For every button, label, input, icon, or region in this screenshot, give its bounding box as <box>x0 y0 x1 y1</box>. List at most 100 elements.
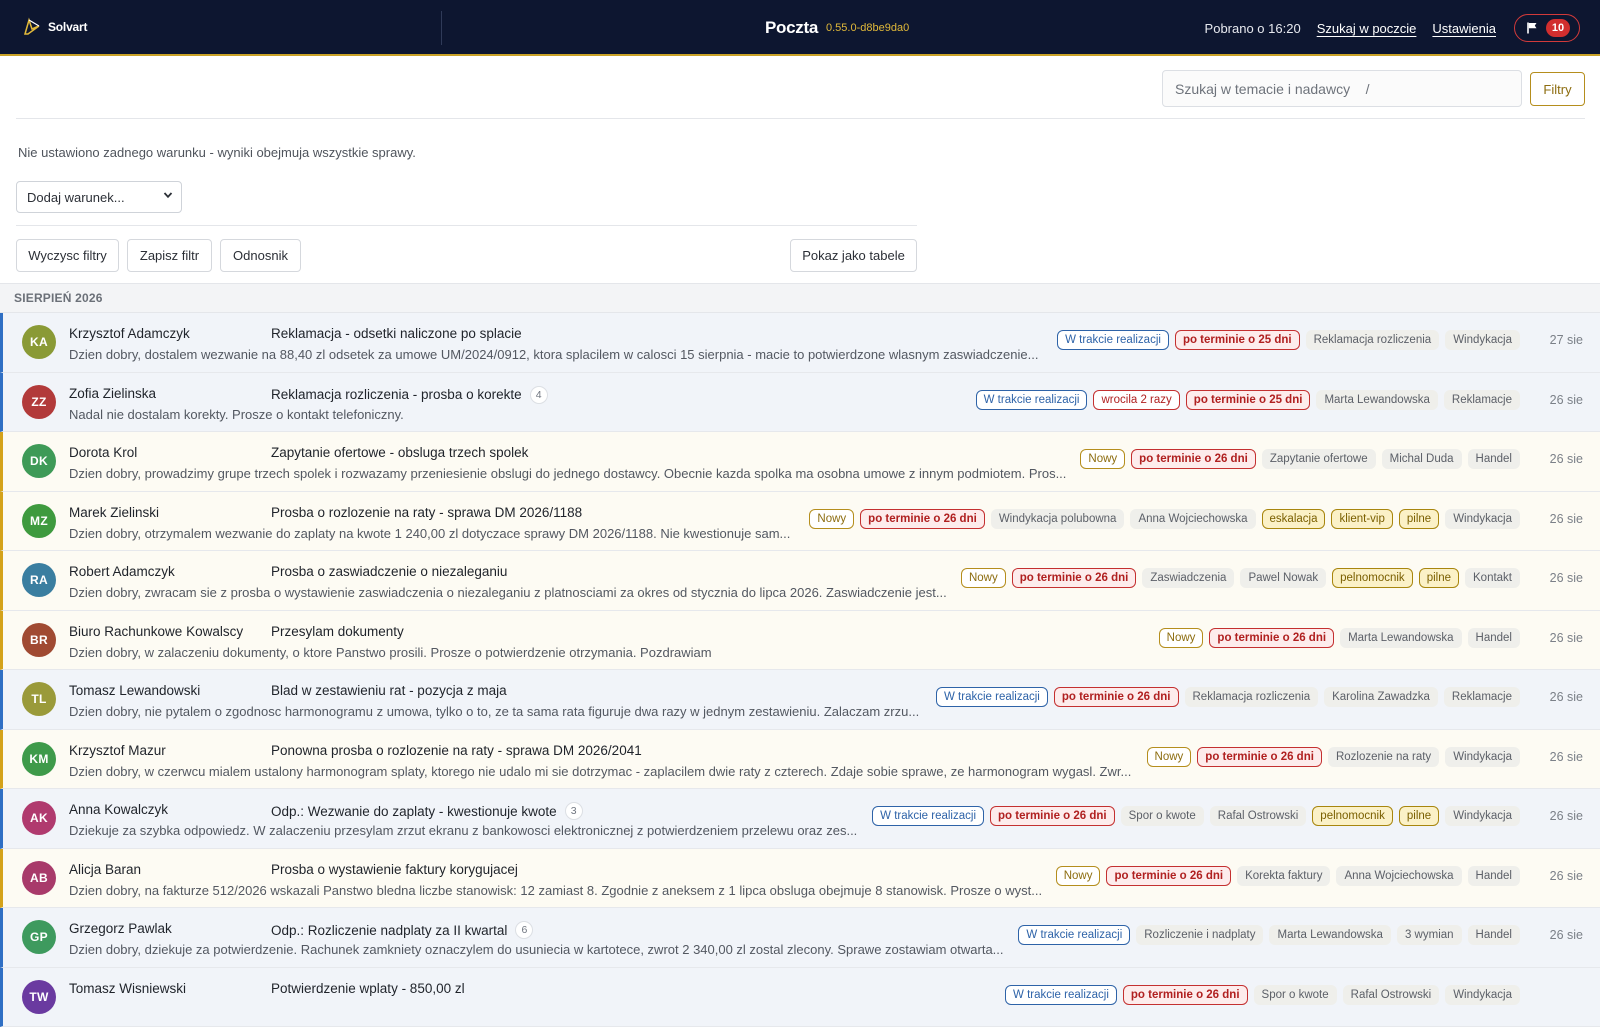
subject: Ponowna prosba o rozlozenie na raty - sp… <box>271 743 642 758</box>
message-preview: Dzien dobry, na fakturze 512/2026 wskaza… <box>69 883 1042 898</box>
subject: Przesylam dokumenty <box>271 624 404 639</box>
received-date: 26 sie <box>1550 690 1583 704</box>
mail-row[interactable]: KMKrzysztof MazurPonowna prosba o rozloz… <box>0 730 1600 790</box>
tag-status: W trakcie realizacji <box>872 806 984 826</box>
tag-plain: Rozliczenie i nadplaty <box>1136 925 1263 945</box>
tag-plain: Windykacja <box>1445 330 1520 350</box>
add-condition-select[interactable]: Dodaj warunek... <box>16 181 182 213</box>
tag-plain: Reklamacje <box>1444 687 1520 707</box>
tag-list: W trakcie realizacjiRozliczenie i nadpla… <box>1018 925 1520 945</box>
tag-list: Nowypo terminie o 26 dniZaswiadczeniaPaw… <box>961 568 1520 588</box>
message-preview: Dzien dobry, dostalem wezwanie na 88,40 … <box>69 347 1038 362</box>
tag-plain: Windykacja <box>1445 806 1520 826</box>
tag-list: Nowypo terminie o 26 dniRozlozenie na ra… <box>1147 747 1520 767</box>
subject-text: Prosba o rozlozenie na raty - sprawa DM … <box>271 505 582 520</box>
settings-link[interactable]: Ustawienia <box>1432 21 1496 36</box>
avatar: GP <box>22 920 56 954</box>
tag-overdue: po terminie o 25 dni <box>1175 330 1300 350</box>
subject-text: Reklamacja - odsetki naliczone po splaci… <box>271 326 522 341</box>
mail-row[interactable]: MZMarek ZielinskiProsba o rozlozenie na … <box>0 492 1600 552</box>
logo-text: Solvart <box>48 20 87 34</box>
tag-alert: pelnomocnik <box>1312 806 1393 826</box>
tag-new: Nowy <box>809 509 854 529</box>
thread-count-badge: 3 <box>565 802 583 820</box>
logo-star-icon <box>22 17 42 37</box>
avatar: KM <box>22 742 56 776</box>
tag-overdue: po terminie o 25 dni <box>1186 390 1311 410</box>
flag-icon <box>1527 22 1538 34</box>
tag-plain: Rafal Ostrowski <box>1210 806 1307 826</box>
thread-count-badge: 4 <box>530 386 548 404</box>
mail-row[interactable]: TWTomasz WisniewskiPotwierdzenie wplaty … <box>0 968 1600 1027</box>
avatar: DK <box>22 444 56 478</box>
avatar: TL <box>22 682 56 716</box>
mail-row[interactable]: ABAlicja BaranProsba o wystawienie faktu… <box>0 849 1600 909</box>
tag-plain: Reklamacja rozliczenia <box>1306 330 1440 350</box>
tag-overdue: po terminie o 26 dni <box>1012 568 1137 588</box>
tag-plain: Karolina Zawadzka <box>1324 687 1438 707</box>
mail-row[interactable]: ZZZofia ZielinskaReklamacja rozliczenia … <box>0 373 1600 433</box>
tag-alert: klient-vip <box>1331 509 1392 529</box>
tag-overdue: po terminie o 26 dni <box>990 806 1115 826</box>
search-mail-link[interactable]: Szukaj w poczcie <box>1317 21 1417 36</box>
avatar: BR <box>22 623 56 657</box>
tag-plain: Korekta faktury <box>1237 866 1330 886</box>
page-title: Poczta <box>765 18 818 38</box>
clear-filters-button[interactable]: Wyczysc filtry <box>16 239 119 272</box>
link-button[interactable]: Odnosnik <box>220 239 301 272</box>
tag-new: Nowy <box>1080 449 1125 469</box>
tag-overdue: po terminie o 26 dni <box>1131 449 1256 469</box>
tag-plain: Anna Wojciechowska <box>1336 866 1461 886</box>
subject: Odp.: Wezwanie do zaplaty - kwestionuje … <box>271 802 583 820</box>
tag-overdue: po terminie o 26 dni <box>1123 985 1248 1005</box>
app-version: 0.55.0-d8be9da0 <box>826 22 909 34</box>
received-date: 27 sie <box>1550 333 1583 347</box>
tag-alert: pelnomocnik <box>1332 568 1413 588</box>
mail-row[interactable]: AKAnna KowalczykOdp.: Wezwanie do zaplat… <box>0 789 1600 849</box>
tag-new: Nowy <box>961 568 1006 588</box>
flagged-button[interactable]: 10 <box>1514 14 1580 42</box>
header-actions: Pobrano o 16:20 Szukaj w poczcie Ustawie… <box>1205 0 1580 56</box>
tag-plain: Handel <box>1468 866 1520 886</box>
search-input[interactable] <box>1162 70 1522 107</box>
sender-name: Krzysztof Adamczyk <box>69 326 190 341</box>
filters-button[interactable]: Filtry <box>1530 72 1585 106</box>
avatar: AK <box>22 801 56 835</box>
no-conditions-text: Nie ustawiono zadnego warunku - wyniki o… <box>18 145 416 160</box>
mail-list: KAKrzysztof AdamczykReklamacja - odsetki… <box>0 313 1600 1027</box>
tag-plain: Windykacja <box>1445 509 1520 529</box>
tag-list: Nowypo terminie o 26 dniKorekta fakturyA… <box>1056 866 1520 886</box>
save-filter-button[interactable]: Zapisz filtr <box>127 239 212 272</box>
mail-row[interactable]: TLTomasz LewandowskiBlad w zestawieniu r… <box>0 670 1600 730</box>
thread-count-badge: 6 <box>515 921 533 939</box>
tag-new: Nowy <box>1056 866 1101 886</box>
tag-status: W trakcie realizacji <box>1005 985 1117 1005</box>
tag-plain: Windykacja <box>1445 747 1520 767</box>
show-as-table-button[interactable]: Pokaz jako tabele <box>790 239 917 272</box>
top-bar: Solvart Poczta 0.55.0-d8be9da0 Pobrano o… <box>0 0 1600 56</box>
sender-name: Tomasz Lewandowski <box>69 683 200 698</box>
tag-overdue: po terminie o 26 dni <box>1054 687 1179 707</box>
tag-plain: Handel <box>1468 925 1520 945</box>
subject: Reklamacja - odsetki naliczone po splaci… <box>271 326 522 341</box>
subject: Potwierdzenie wplaty - 850,00 zl <box>271 981 465 996</box>
app-logo[interactable]: Solvart <box>22 17 87 37</box>
mail-row[interactable]: BRBiuro Rachunkowe KowalscyPrzesylam dok… <box>0 611 1600 671</box>
mail-row[interactable]: DKDorota KrolZapytanie ofertowe - obslug… <box>0 432 1600 492</box>
tag-overdue: po terminie o 26 dni <box>860 509 985 529</box>
tag-plain: Zapytanie ofertowe <box>1262 449 1376 469</box>
received-date: 26 sie <box>1550 631 1583 645</box>
tag-plain: Rafal Ostrowski <box>1343 985 1440 1005</box>
tag-status: W trakcie realizacji <box>936 687 1048 707</box>
mail-row[interactable]: RARobert AdamczykProsba o zaswiadczenie … <box>0 551 1600 611</box>
subject: Prosba o wystawienie faktury korygujacej <box>271 862 518 877</box>
tag-list: Nowypo terminie o 26 dniMarta Lewandowsk… <box>1159 628 1520 648</box>
tag-list: Nowypo terminie o 26 dniWindykacja polub… <box>809 509 1520 529</box>
mail-row[interactable]: GPGrzegorz PawlakOdp.: Rozliczenie nadpl… <box>0 908 1600 968</box>
tag-plain: Marta Lewandowska <box>1269 925 1390 945</box>
subject-text: Odp.: Wezwanie do zaplaty - kwestionuje … <box>271 804 557 819</box>
divider <box>16 118 1585 119</box>
message-preview: Dzien dobry, nie pytalem o zgodnosc harm… <box>69 704 919 719</box>
tag-plain: Spor o kwote <box>1254 985 1337 1005</box>
mail-row[interactable]: KAKrzysztof AdamczykReklamacja - odsetki… <box>0 313 1600 373</box>
